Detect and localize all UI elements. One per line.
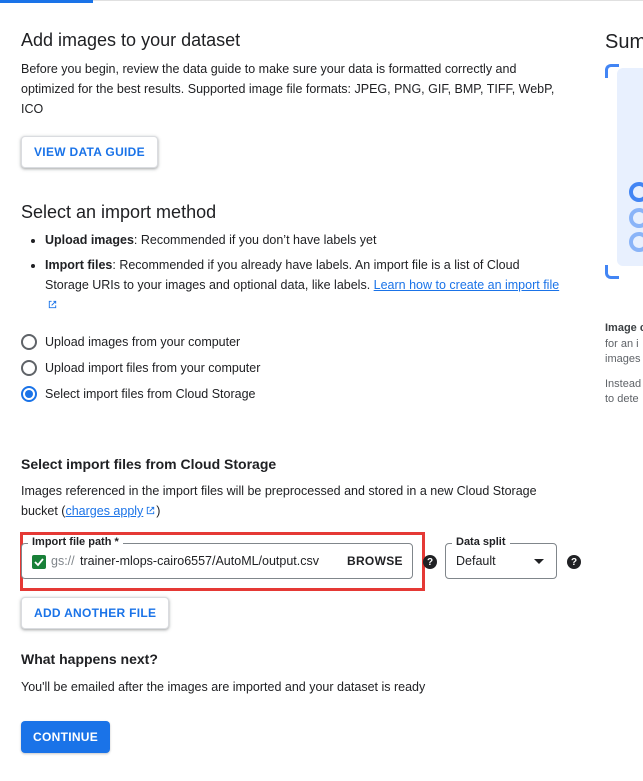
radio-button[interactable] xyxy=(21,360,37,376)
section-description: Before you begin, review the data guide … xyxy=(21,62,555,116)
summary-text-line: for an i xyxy=(605,338,639,350)
summary-title: Sum xyxy=(605,31,643,53)
list-item: Upload images: Recommended if you don’t … xyxy=(45,230,561,250)
bullet-text: : Recommended if you don’t have labels y… xyxy=(133,233,377,247)
link-text[interactable]: charges apply xyxy=(65,504,143,518)
cloud-storage-description: Images referenced in the import files wi… xyxy=(21,481,566,521)
radio-label: Upload images from your computer xyxy=(45,335,241,349)
bullet-bold: Import files xyxy=(45,258,113,272)
add-another-file-button[interactable]: ADD ANOTHER FILE xyxy=(21,597,170,629)
import-file-path-input[interactable]: trainer-mlops-cairo6557/AutoML/output.cs… xyxy=(80,554,328,568)
what-next-description: You'll be emailed after the images are i… xyxy=(21,680,426,694)
check-icon xyxy=(32,555,46,569)
list-item: Import files: Recommended if you already… xyxy=(45,255,561,315)
section-title-cloud-storage: Select import files from Cloud Storage xyxy=(21,456,277,472)
corner-bracket-icon xyxy=(605,265,619,279)
radio-label: Select import files from Cloud Storage xyxy=(45,387,256,401)
data-split-select[interactable]: Data split Default xyxy=(445,536,557,579)
radio-upload-import-files[interactable]: Upload import files from your computer xyxy=(21,360,260,376)
select-value: Default xyxy=(456,554,496,568)
tag-illustration-icon xyxy=(629,182,643,252)
radio-label: Upload import files from your computer xyxy=(45,361,261,375)
section-title-import-method: Select an import method xyxy=(21,202,217,222)
gs-prefix: gs:// xyxy=(51,554,75,568)
external-link-icon xyxy=(147,506,155,515)
corner-bracket-icon xyxy=(605,64,619,78)
view-data-guide-button[interactable]: VIEW DATA GUIDE xyxy=(21,136,158,168)
section-title-add-images: Add images to your dataset xyxy=(21,30,241,50)
field-label: Import file path * xyxy=(28,536,123,548)
charges-apply-link[interactable]: charges apply xyxy=(65,504,156,518)
summary-text-line: Instead xyxy=(605,378,642,390)
bullet-bold: Upload images xyxy=(45,233,134,247)
radio-button-selected[interactable] xyxy=(21,386,37,402)
browse-button[interactable]: BROWSE xyxy=(347,554,403,568)
section-title-what-next: What happens next? xyxy=(21,651,158,667)
link-text[interactable]: Learn how to create an import file xyxy=(374,278,560,292)
radio-upload-images[interactable]: Upload images from your computer xyxy=(21,334,240,350)
dropdown-arrow-icon xyxy=(534,559,544,564)
description-end: ) xyxy=(156,504,161,518)
radio-button[interactable] xyxy=(21,334,37,350)
active-tab-indicator xyxy=(0,0,93,3)
import-file-path-field[interactable]: Import file path * gs:// trainer-mlops-c… xyxy=(21,536,413,579)
help-icon[interactable]: ? xyxy=(423,555,437,569)
external-link-icon xyxy=(48,300,57,309)
continue-button[interactable]: CONTINUE xyxy=(21,721,111,753)
summary-text-line: Image c xyxy=(605,322,643,334)
summary-text-line: to dete xyxy=(605,393,639,405)
import-method-list: Upload images: Recommended if you don’t … xyxy=(21,230,561,320)
field-label: Data split xyxy=(452,536,510,548)
summary-illustration xyxy=(617,68,643,266)
help-icon[interactable]: ? xyxy=(567,555,581,569)
radio-cloud-storage[interactable]: Select import files from Cloud Storage xyxy=(21,386,256,402)
summary-text-line: images xyxy=(605,353,641,365)
tab-underline xyxy=(0,0,643,4)
